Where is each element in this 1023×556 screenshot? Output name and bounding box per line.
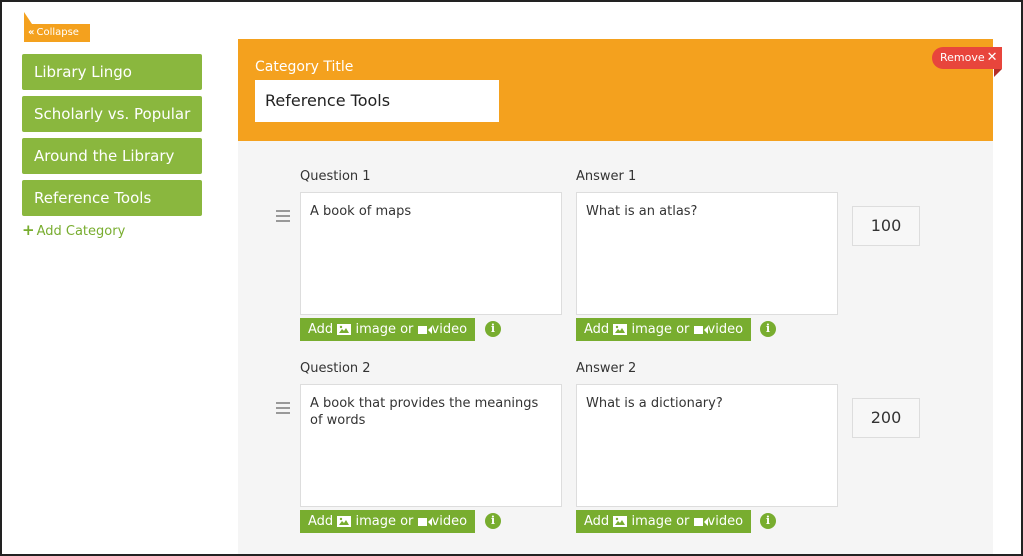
image-icon — [337, 516, 352, 527]
question-label: Question 2 — [300, 361, 371, 376]
info-icon[interactable]: i — [485, 321, 501, 337]
remove-category-button[interactable]: Remove ✕ — [932, 47, 1002, 69]
plus-icon: + — [22, 221, 35, 239]
drag-handle-icon[interactable] — [276, 210, 290, 225]
points-input[interactable]: 200 — [852, 398, 920, 438]
video-label: video — [707, 322, 744, 337]
add-category-label: Add Category — [36, 224, 126, 239]
remove-label: Remove — [940, 51, 985, 64]
video-icon — [693, 325, 708, 334]
sidebar-item-library-lingo[interactable]: Library Lingo — [22, 54, 202, 90]
category-title-label: Category Title — [255, 59, 354, 75]
answer-add-media-button[interactable]: Add image or video — [576, 510, 752, 533]
answer-label: Answer 1 — [576, 169, 637, 184]
category-panel: Category Title Reference Tools Question … — [238, 39, 993, 554]
video-label: video — [707, 514, 744, 529]
sidebar-item-scholarly-vs-popular[interactable]: Scholarly vs. Popular — [22, 96, 202, 132]
points-input[interactable]: 100 — [852, 206, 920, 246]
question-add-media-button[interactable]: Add image or video — [300, 318, 476, 341]
collapse-flag — [24, 12, 32, 24]
answer-label: Answer 2 — [576, 361, 637, 376]
app-frame: «Collapse Library Lingo Scholarly vs. Po… — [0, 0, 1023, 556]
image-icon — [613, 324, 628, 335]
video-label: video — [431, 322, 468, 337]
video-icon — [417, 517, 432, 526]
sidebar-item-reference-tools[interactable]: Reference Tools — [22, 180, 202, 216]
question-textarea[interactable]: A book that provides the meanings of wor… — [300, 384, 562, 507]
collapse-button[interactable]: «Collapse — [24, 24, 90, 42]
category-header: Category Title Reference Tools — [238, 39, 993, 141]
add-label: Add — [584, 514, 610, 529]
question-textarea[interactable]: A book of maps — [300, 192, 562, 315]
sidebar-item-label: Scholarly vs. Popular — [34, 105, 191, 123]
image-label: image or — [355, 322, 414, 337]
info-icon[interactable]: i — [485, 513, 501, 529]
sidebar-item-label: Around the Library — [34, 147, 175, 165]
image-label: image or — [355, 514, 414, 529]
add-label: Add — [308, 514, 334, 529]
sidebar-item-around-the-library[interactable]: Around the Library — [22, 138, 202, 174]
close-icon: ✕ — [986, 50, 998, 65]
sidebar-item-label: Reference Tools — [34, 189, 152, 207]
drag-handle-icon[interactable] — [276, 402, 290, 417]
category-sidebar: Library Lingo Scholarly vs. Popular Arou… — [22, 54, 202, 240]
question-row: Question 2 Answer 2 A book that provides… — [238, 358, 993, 538]
remove-ribbon-fold — [994, 69, 1002, 77]
info-icon[interactable]: i — [760, 513, 776, 529]
question-row: Question 1 Answer 1 A book of maps What … — [238, 166, 993, 346]
question-label: Question 1 — [300, 169, 371, 184]
answer-textarea[interactable]: What is a dictionary? — [576, 384, 838, 507]
category-title-input[interactable]: Reference Tools — [255, 80, 499, 122]
answer-textarea[interactable]: What is an atlas? — [576, 192, 838, 315]
add-category-link[interactable]: + Add Category — [22, 222, 202, 240]
image-icon — [613, 516, 628, 527]
answer-add-media-button[interactable]: Add image or video — [576, 318, 752, 341]
video-icon — [417, 325, 432, 334]
sidebar-item-label: Library Lingo — [34, 63, 132, 81]
image-label: image or — [631, 514, 690, 529]
question-add-media-button[interactable]: Add image or video — [300, 510, 476, 533]
info-icon[interactable]: i — [760, 321, 776, 337]
image-label: image or — [631, 322, 690, 337]
video-label: video — [431, 514, 468, 529]
image-icon — [337, 324, 352, 335]
collapse-label: Collapse — [36, 27, 79, 38]
double-chevron-left-icon: « — [28, 27, 35, 38]
add-label: Add — [584, 322, 610, 337]
video-icon — [693, 517, 708, 526]
add-label: Add — [308, 322, 334, 337]
collapse-tab[interactable]: «Collapse — [24, 12, 90, 44]
